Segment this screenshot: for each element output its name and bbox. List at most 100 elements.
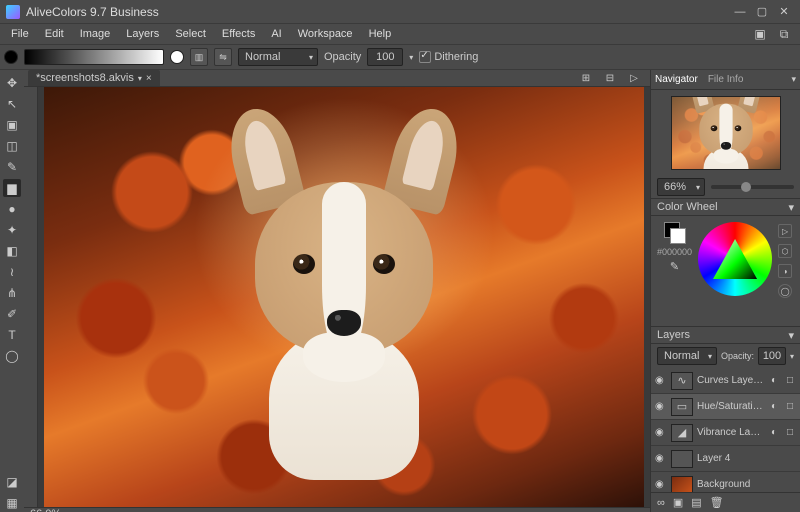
document-image — [44, 87, 644, 507]
close-button[interactable]: ✕ — [774, 4, 794, 20]
color-swatches-icon[interactable]: ◪ — [3, 473, 21, 491]
menu-effects[interactable]: Effects — [215, 26, 262, 42]
notifications-icon[interactable]: ▣ — [752, 26, 768, 42]
wheel-mode2-icon[interactable]: ⬡ — [778, 244, 792, 258]
visibility-icon[interactable]: ◉ — [655, 453, 667, 464]
background-swatch[interactable] — [170, 50, 184, 64]
navigator-zoom-select[interactable]: 66% — [657, 178, 705, 196]
app-title: AliveColors 9.7 Business — [26, 5, 728, 19]
layer-thumb — [671, 450, 693, 468]
gradient-preview[interactable] — [24, 49, 164, 65]
layer-list: ◉ ∿ Curves Layer 3 ◐ □ ◉ ▭ Hue/Saturatio… — [651, 368, 800, 492]
layer-row[interactable]: ◉ Layer 4 — [651, 446, 800, 472]
layer-row[interactable]: ◉ ◢ Vibrance Layer1 ◐ □ — [651, 420, 800, 446]
menubar: File Edit Image Layers Select Effects AI… — [0, 24, 800, 44]
current-color-icon[interactable]: ◯ — [778, 284, 792, 298]
minimize-button[interactable]: — — [730, 4, 750, 20]
dithering-checkbox[interactable]: Dithering — [419, 51, 478, 63]
mask-icon[interactable]: □ — [784, 375, 796, 386]
layer-thumb: ∿ — [671, 372, 693, 390]
panel-menu-icon[interactable]: ▾ — [791, 74, 796, 85]
document-tab[interactable]: *screenshots8.akvis ▾ × — [28, 70, 160, 86]
menu-image[interactable]: Image — [73, 26, 118, 42]
eyedropper-tool-icon[interactable]: ✐ — [3, 305, 21, 323]
smudge-tool-icon[interactable]: ≀ — [3, 263, 21, 281]
close-tab-icon[interactable]: × — [146, 73, 152, 84]
new-layer-icon[interactable]: ▤ — [691, 496, 701, 509]
wheel-mode-icon[interactable]: ▷ — [778, 224, 792, 238]
gradient-tool-icon[interactable]: ▆ — [3, 179, 21, 197]
eraser-tool-icon[interactable]: ◧ — [3, 242, 21, 260]
menu-layers[interactable]: Layers — [119, 26, 166, 42]
blur-tool-icon[interactable]: ● — [3, 200, 21, 218]
canvas-area: *screenshots8.akvis ▾ × ⊞ ⊟ ▷ 0100200300… — [24, 70, 650, 512]
menu-ai[interactable]: AI — [264, 26, 288, 42]
layer-blend-select[interactable]: Normal — [657, 347, 717, 365]
selection-tool-icon[interactable]: ◫ — [3, 137, 21, 155]
eyedropper-icon[interactable]: ✎ — [670, 260, 679, 273]
tab-fileinfo[interactable]: File Info — [708, 74, 744, 85]
crop-tool-icon[interactable]: ▣ — [3, 116, 21, 134]
layer-thumb: ▭ — [671, 398, 693, 416]
layer-thumb: ◢ — [671, 424, 693, 442]
maximize-button[interactable]: ▢ — [752, 4, 772, 20]
text-tool-icon[interactable]: T — [3, 326, 21, 344]
color-swatches[interactable] — [664, 222, 686, 244]
new-folder-icon[interactable]: ▣ — [673, 496, 683, 509]
layer-row[interactable]: ◉ Background — [651, 472, 800, 492]
color-wheel[interactable] — [698, 222, 772, 296]
statusbar: 66.0% — [24, 507, 650, 512]
workspace-icon[interactable]: ⧉ — [776, 26, 792, 42]
pointer-tool-icon[interactable]: ↖ — [3, 95, 21, 113]
hex-value[interactable]: #000000 — [657, 247, 692, 257]
layer-row[interactable]: ◉ ▭ Hue/Saturation Layer2 ◐ □ — [651, 394, 800, 420]
opacity-label: Opacity — [324, 51, 361, 63]
panel-menu-icon[interactable]: ▾ — [788, 201, 794, 214]
options-bar: ▥ ⇋ Normal Opacity 100 ▾ Dithering — [0, 44, 800, 70]
layer-opacity-input[interactable]: 100 — [758, 347, 786, 365]
visibility-icon[interactable]: ◉ — [655, 375, 667, 386]
arrange-icon[interactable]: ⊟ — [602, 70, 618, 86]
layers-footer: ∞ ▣ ▤ 🗑 — [651, 492, 800, 512]
brush-tool-icon[interactable]: ✎ — [3, 158, 21, 176]
gradient-type-linear-icon[interactable]: ▥ — [190, 48, 208, 66]
menu-edit[interactable]: Edit — [38, 26, 71, 42]
navigator-zoom-slider[interactable] — [711, 185, 794, 189]
app-window: AliveColors 9.7 Business — ▢ ✕ File Edit… — [0, 0, 800, 512]
opacity-input[interactable]: 100 — [367, 48, 403, 66]
visibility-icon[interactable]: ◉ — [655, 479, 667, 490]
visibility-icon[interactable]: ◉ — [655, 401, 667, 412]
view-mode-icon[interactable]: ⊞ — [578, 70, 594, 86]
adjust-icon[interactable]: ◐ — [768, 401, 780, 412]
shape-tool-icon[interactable]: ◯ — [3, 347, 21, 365]
navigator-preview[interactable] — [671, 96, 781, 170]
blend-mode-select[interactable]: Normal — [238, 48, 318, 66]
visibility-icon[interactable]: ◉ — [655, 427, 667, 438]
delete-layer-icon[interactable]: 🗑 — [710, 496, 724, 509]
proof-icon[interactable]: ▷ — [626, 70, 642, 86]
colorwheel-header: Color Wheel▾ — [651, 198, 800, 216]
adjust-icon[interactable]: ◐ — [768, 375, 780, 386]
tab-navigator[interactable]: Navigator — [655, 74, 698, 85]
menu-select[interactable]: Select — [168, 26, 213, 42]
clone-tool-icon[interactable]: ✦ — [3, 221, 21, 239]
move-tool-icon[interactable]: ✥ — [3, 74, 21, 92]
zoom-level[interactable]: 66.0% — [30, 508, 61, 512]
quickmask-icon[interactable]: ▦ — [3, 494, 21, 512]
wheel-mode3-icon[interactable]: ◑ — [778, 264, 792, 278]
sharpen-tool-icon[interactable]: ⋔ — [3, 284, 21, 302]
mask-icon[interactable]: □ — [784, 401, 796, 412]
canvas[interactable] — [38, 87, 650, 507]
layer-row[interactable]: ◉ ∿ Curves Layer 3 ◐ □ — [651, 368, 800, 394]
adjust-icon[interactable]: ◐ — [768, 427, 780, 438]
layers-header: Layers▾ — [651, 326, 800, 344]
menu-workspace[interactable]: Workspace — [291, 26, 360, 42]
panel-menu-icon[interactable]: ▾ — [788, 329, 794, 342]
link-layers-icon[interactable]: ∞ — [657, 497, 665, 509]
menu-file[interactable]: File — [4, 26, 36, 42]
menu-help[interactable]: Help — [362, 26, 399, 42]
gradient-reverse-icon[interactable]: ⇋ — [214, 48, 232, 66]
foreground-swatch[interactable] — [4, 50, 18, 64]
left-toolbar: ✥ ↖ ▣ ◫ ✎ ▆ ● ✦ ◧ ≀ ⋔ ✐ T ◯ ◪ ▦ — [0, 70, 24, 512]
mask-icon[interactable]: □ — [784, 427, 796, 438]
